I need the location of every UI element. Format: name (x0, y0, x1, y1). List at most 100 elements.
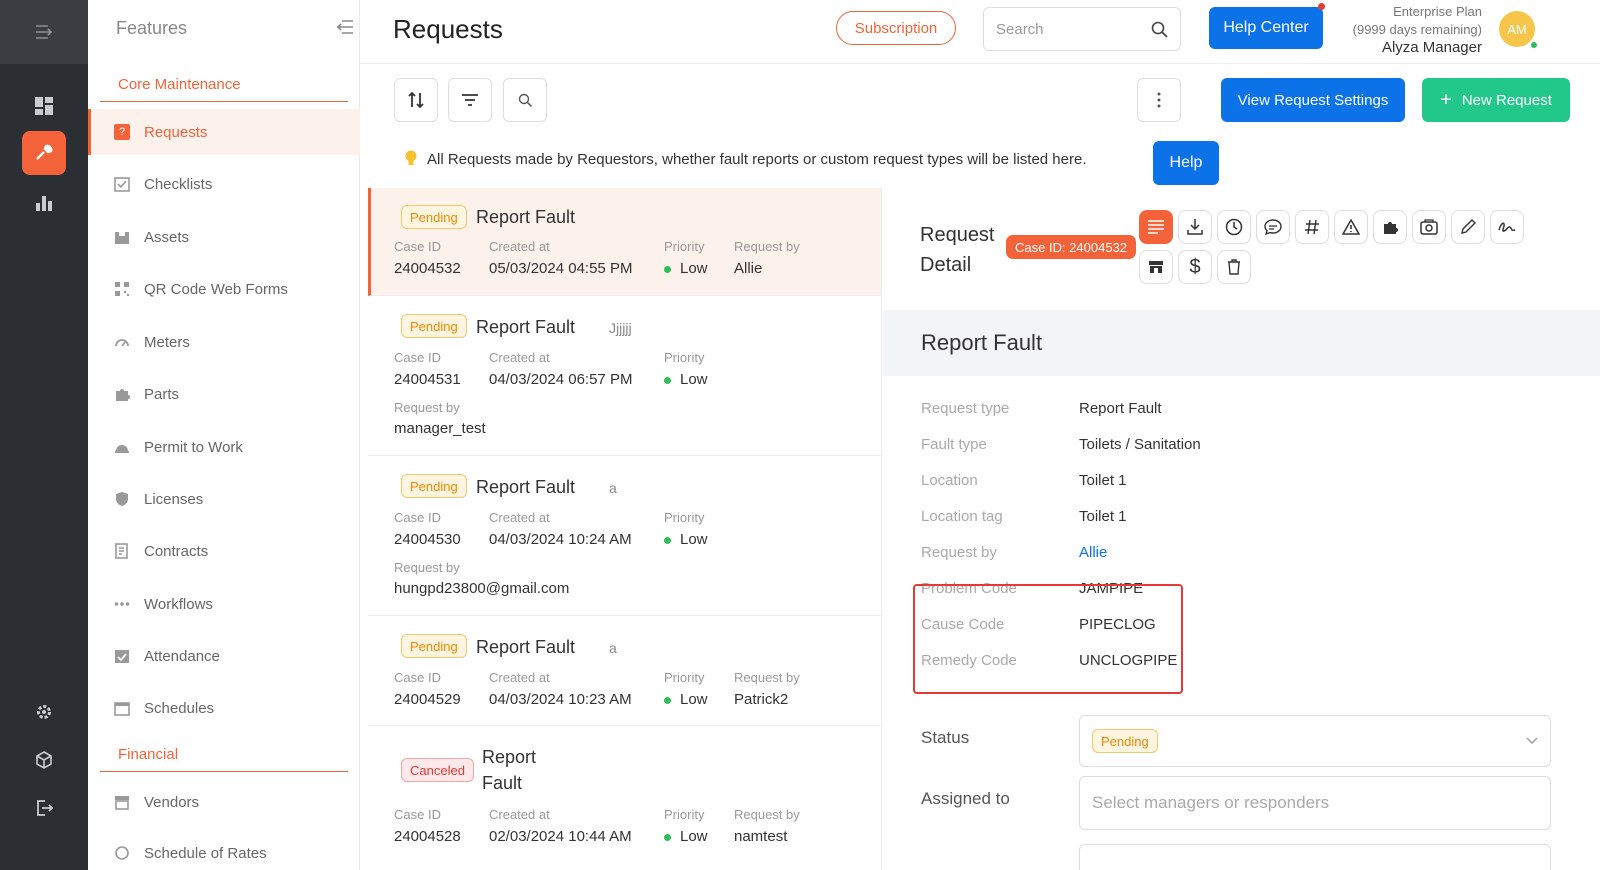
help-button[interactable]: Help (1153, 141, 1219, 185)
edit-action-button[interactable] (1451, 210, 1485, 244)
filter-button[interactable] (448, 78, 492, 122)
sidebar-item-label: Vendors (144, 793, 200, 811)
request-title-line1: Report (482, 747, 537, 767)
sidebar-item-label: Meters (144, 333, 190, 351)
next-field-input[interactable] (1079, 844, 1551, 870)
modules-rail-button[interactable] (22, 738, 66, 782)
pencil-icon (1461, 219, 1476, 234)
sidebar-item-label: Licenses (144, 490, 204, 508)
view-request-settings-button[interactable]: View Request Settings (1221, 78, 1405, 122)
status-badge: Pending (401, 634, 467, 658)
parts-action-button[interactable] (1373, 210, 1407, 244)
search-list-button[interactable] (503, 78, 547, 122)
request-card[interactable]: Pending Report Fault Jjjjjj Case ID Crea… (368, 296, 881, 456)
priority-value: Low (664, 828, 708, 845)
more-options-button[interactable] (1137, 78, 1181, 122)
request-card[interactable]: Pending Report Fault a Case ID Created a… (368, 456, 881, 616)
created-at-label: Created at (489, 350, 550, 365)
request-by-value: Patrick2 (734, 691, 789, 708)
sidebar-item-contracts[interactable]: Contracts (88, 528, 360, 574)
help-center-button[interactable]: Help Center (1209, 7, 1323, 49)
logout-icon (37, 800, 53, 816)
puzzle-icon (116, 389, 130, 401)
requests-rail-button[interactable] (22, 131, 66, 175)
settings-rail-button[interactable] (22, 690, 66, 734)
case-id-value: 24004531 (394, 371, 461, 388)
created-at-value: 02/03/2024 10:44 AM (489, 828, 632, 845)
sidebar-item-assets[interactable]: Assets (88, 214, 360, 260)
request-card[interactable]: Canceled Report Fault Case ID Created at… (368, 726, 881, 870)
store-action-button[interactable] (1139, 250, 1173, 284)
logout-rail-button[interactable] (22, 786, 66, 830)
priority-value: Low (664, 371, 708, 388)
assignee-select[interactable]: Select managers or responders (1079, 776, 1551, 830)
search-input[interactable]: Search (983, 7, 1181, 51)
sidebar-item-label: Checklists (144, 175, 213, 193)
field-value: Report Fault (1079, 400, 1162, 417)
sidebar-item-permit-to-work[interactable]: Permit to Work (88, 424, 360, 470)
section-core-maintenance: Core Maintenance (100, 76, 348, 102)
request-card[interactable]: Pending Report Fault a Case ID Created a… (368, 616, 881, 726)
sidebar-item-checklists[interactable]: Checklists (88, 161, 360, 207)
sort-button[interactable] (394, 78, 438, 122)
hard-hat-icon (115, 445, 129, 453)
details-action-button[interactable] (1139, 210, 1173, 244)
detail-heading: Request Detail (920, 220, 995, 280)
priority-dot (664, 833, 671, 841)
subscription-button[interactable]: Subscription (836, 11, 956, 45)
sidebar-item-attendance[interactable]: Attendance (88, 633, 360, 679)
warning-action-button[interactable] (1334, 210, 1368, 244)
comments-action-button[interactable] (1256, 210, 1290, 244)
rates-icon (115, 846, 129, 860)
request-by-label: Request by (734, 239, 800, 254)
sidebar-item-qr-code-web-forms[interactable]: QR Code Web Forms (88, 266, 360, 312)
requester-link[interactable]: Allie (1079, 544, 1107, 561)
info-banner: All Requests made by Requestors, whether… (405, 150, 1086, 168)
priority-label: Priority (664, 670, 705, 685)
request-by-label: Request by (734, 807, 800, 822)
field-label: Fault type (921, 436, 987, 453)
filter-icon (462, 94, 478, 106)
sidebar-item-label: QR Code Web Forms (144, 280, 288, 298)
sidebar-item-schedule-of-rates[interactable]: Schedule of Rates (88, 830, 360, 870)
collapse-sidebar-button[interactable] (336, 20, 354, 39)
priority-value: Low (664, 531, 708, 548)
signature-action-button[interactable] (1490, 210, 1524, 244)
tags-action-button[interactable] (1295, 210, 1329, 244)
dashboard-icon (35, 97, 53, 115)
clock-icon (1225, 218, 1243, 236)
download-action-button[interactable] (1178, 210, 1212, 244)
photo-action-button[interactable] (1412, 210, 1446, 244)
hashtag-icon (1305, 219, 1319, 235)
sidebar-item-workflows[interactable]: Workflows (88, 581, 360, 627)
field-label: Location tag (921, 508, 1003, 525)
cube-icon (36, 751, 52, 769)
status-select[interactable]: Pending (1079, 715, 1551, 767)
sidebar-item-licenses[interactable]: Licenses (88, 476, 360, 522)
info-text: All Requests made by Requestors, whether… (427, 150, 1087, 168)
signature-icon (1498, 222, 1516, 232)
priority-dot (664, 696, 671, 704)
qr-code-icon (115, 282, 129, 296)
sidebar-item-label: Assets (144, 228, 190, 246)
search-placeholder: Search (996, 20, 1044, 38)
new-request-button[interactable]: + New Request (1422, 78, 1570, 122)
priority-label: Priority (664, 239, 705, 254)
cost-action-button[interactable]: $ (1178, 250, 1212, 284)
status-label: Status (921, 728, 970, 747)
sidebar-item-meters[interactable]: Meters (88, 319, 360, 365)
request-title-line2: Fault (482, 773, 523, 793)
sidebar-item-schedules[interactable]: Schedules (88, 685, 360, 731)
history-action-button[interactable] (1217, 210, 1251, 244)
sidebar-item-vendors[interactable]: Vendors (88, 779, 360, 825)
case-id-value: 24004530 (394, 531, 461, 548)
request-card[interactable]: Pending Report Fault Case ID Created at … (368, 188, 881, 296)
request-by-label: Request by (734, 670, 800, 685)
priority-text: Low (680, 691, 708, 708)
delete-action-button[interactable] (1217, 250, 1251, 284)
sidebar-item-requests[interactable]: ? Requests (88, 109, 360, 155)
analytics-rail-button[interactable] (22, 180, 66, 224)
sidebar-item-parts[interactable]: Parts (88, 371, 360, 417)
dashboard-rail-button[interactable] (22, 84, 66, 128)
menu-toggle-button[interactable] (0, 0, 88, 64)
